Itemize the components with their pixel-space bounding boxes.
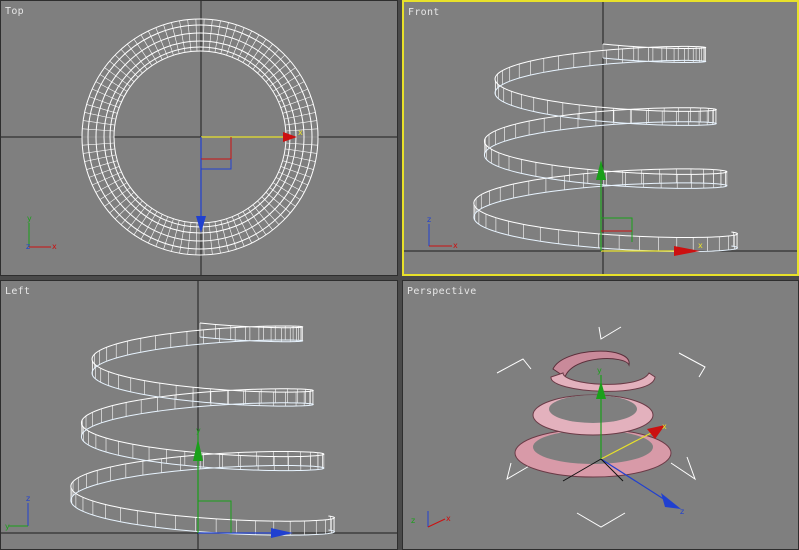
svg-text:z: z bbox=[680, 507, 684, 516]
axis-tripod-left: z y bbox=[5, 494, 30, 531]
axis-tripod-perspective: z x bbox=[411, 511, 451, 528]
spring-wireframe-left[interactable] bbox=[70, 322, 336, 536]
viewport-label-top[interactable]: Top bbox=[5, 6, 24, 17]
viewport-top[interactable]: x y z x Top bbox=[0, 0, 398, 276]
gizmo-x-label: x bbox=[298, 128, 303, 137]
spring-wireframe-front[interactable] bbox=[473, 43, 739, 252]
viewport-label-perspective[interactable]: Perspective bbox=[407, 286, 477, 297]
viewport-front[interactable]: x z x Front bbox=[402, 0, 799, 276]
svg-text:z: z bbox=[427, 215, 431, 224]
viewport-top-canvas[interactable]: x y z x bbox=[1, 1, 397, 275]
svg-text:x: x bbox=[662, 422, 667, 431]
svg-text:z: z bbox=[26, 494, 30, 503]
svg-text:y: y bbox=[5, 522, 10, 531]
svg-text:y: y bbox=[27, 214, 32, 223]
viewport-label-left[interactable]: Left bbox=[5, 286, 30, 297]
viewport-left-canvas[interactable]: y z y bbox=[1, 281, 397, 549]
svg-text:x: x bbox=[698, 241, 703, 250]
axis-tripod-top: y z x bbox=[26, 214, 57, 251]
viewport-label-front[interactable]: Front bbox=[408, 7, 440, 18]
svg-text:z: z bbox=[411, 516, 415, 525]
viewport-left[interactable]: y z y Left bbox=[0, 280, 398, 550]
viewport-perspective[interactable]: y x z z x Perspective bbox=[402, 280, 799, 550]
svg-text:z: z bbox=[26, 242, 30, 251]
svg-text:x: x bbox=[446, 514, 451, 523]
viewport-front-canvas[interactable]: x z x bbox=[404, 2, 797, 274]
viewport-perspective-canvas[interactable]: y x z z x bbox=[403, 281, 798, 549]
svg-text:x: x bbox=[453, 241, 458, 250]
svg-text:y: y bbox=[597, 366, 602, 375]
svg-text:y: y bbox=[196, 426, 201, 435]
svg-text:x: x bbox=[52, 242, 57, 251]
spring-shaded[interactable] bbox=[514, 350, 672, 478]
axis-tripod-front: z x bbox=[427, 215, 458, 250]
